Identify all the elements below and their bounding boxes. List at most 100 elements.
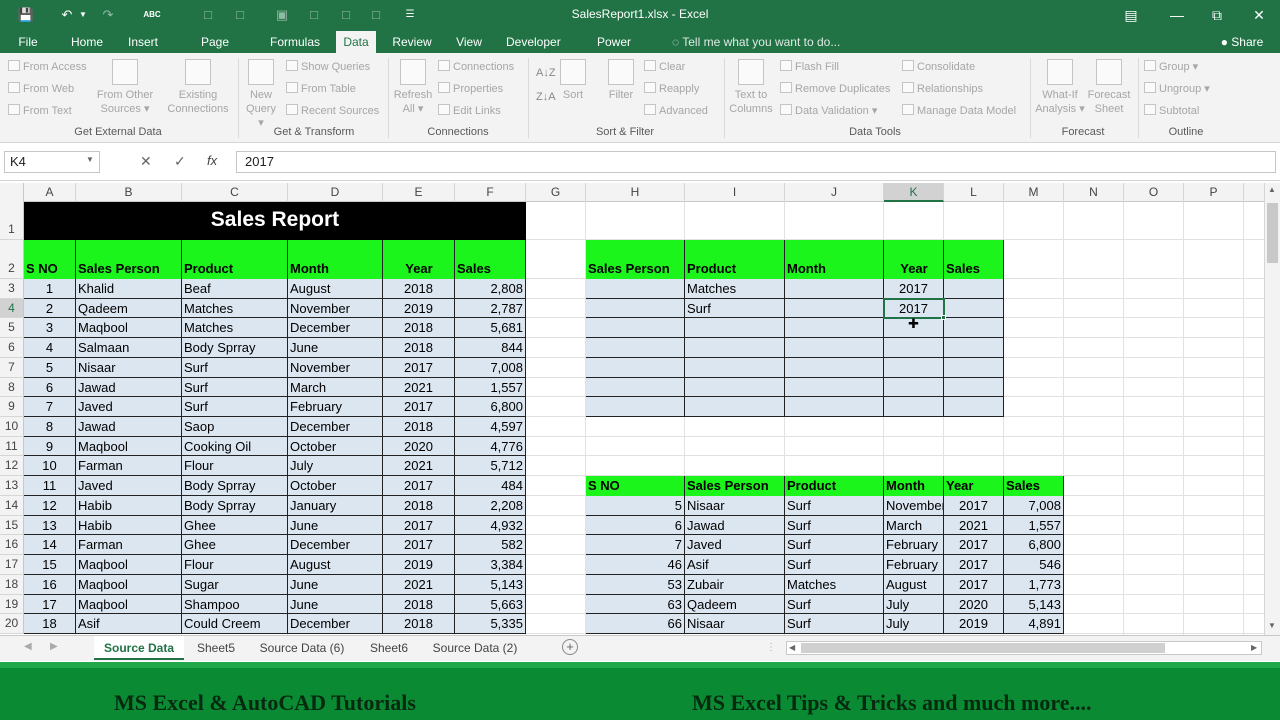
table-cell[interactable]: 9 — [24, 437, 75, 457]
table-cell[interactable]: July — [288, 456, 382, 476]
table-cell[interactable]: December — [288, 614, 382, 634]
table-cell[interactable]: December — [288, 417, 382, 437]
refresh-all-button[interactable]: Refresh All ▾ — [392, 59, 434, 116]
table-cell[interactable]: 2018 — [383, 338, 454, 358]
tab-data[interactable]: Data — [336, 31, 376, 53]
clear-button[interactable]: Clear — [644, 59, 685, 75]
from-text-button[interactable]: From Text — [8, 103, 72, 119]
table-cell[interactable]: 13 — [24, 516, 75, 536]
connections-button[interactable]: Connections — [438, 59, 514, 75]
column-header-m[interactable]: M — [1004, 183, 1064, 202]
table-cell[interactable]: Javed — [76, 397, 181, 417]
table-cell[interactable]: 2017 — [383, 516, 454, 536]
formula-input[interactable]: 2017 — [236, 151, 1276, 173]
sort-z-a-icon[interactable]: Z↓A — [536, 89, 556, 105]
table-cell[interactable]: Habib — [76, 496, 181, 516]
table-cell[interactable]: 2021 — [383, 456, 454, 476]
table-cell[interactable]: 2017 — [383, 476, 454, 496]
result-cell[interactable]: 46 — [586, 555, 684, 575]
from-web-button[interactable]: From Web — [8, 81, 74, 97]
table-cell[interactable]: Ghee — [182, 535, 287, 555]
table-cell[interactable]: Body Sprray — [182, 476, 287, 496]
result-cell[interactable]: Javed — [685, 535, 784, 555]
row-header-14[interactable]: 14 — [0, 495, 24, 516]
table-cell[interactable]: Khalid — [76, 279, 181, 299]
column-header-b[interactable]: B — [76, 183, 182, 202]
table-cell[interactable]: Maqbool — [76, 595, 181, 615]
row-header-2[interactable]: 2 — [0, 240, 24, 279]
from-access-button[interactable]: From Access — [8, 59, 87, 75]
properties-button[interactable]: Properties — [438, 81, 503, 97]
add-sheet-icon[interactable]: + — [562, 639, 578, 655]
table-cell[interactable]: 2020 — [383, 437, 454, 457]
scroll-up-icon[interactable]: ▲ — [1268, 185, 1276, 194]
result-cell[interactable]: 6,800 — [1004, 535, 1063, 555]
tab-power-pivot[interactable]: Power Pivot — [578, 31, 650, 71]
result-cell[interactable]: July — [884, 614, 943, 634]
table-cell[interactable]: Farman — [76, 456, 181, 476]
table-cell[interactable]: Flour — [182, 555, 287, 575]
tab-review[interactable]: Review — [388, 31, 436, 53]
enter-check-icon[interactable]: ✓ — [174, 153, 186, 170]
table-cell[interactable]: Body Sprray — [182, 338, 287, 358]
show-queries-button[interactable]: Show Queries — [286, 59, 370, 75]
result-cell[interactable]: February — [884, 555, 943, 575]
table-cell[interactable]: Flour — [182, 456, 287, 476]
advanced-button[interactable]: Advanced — [644, 103, 708, 119]
table-cell[interactable]: 7,008 — [455, 358, 525, 378]
table-cell[interactable]: 18 — [24, 614, 75, 634]
result-cell[interactable]: Nisaar — [685, 496, 784, 516]
column-header-i[interactable]: I — [685, 183, 785, 202]
row-header-19[interactable]: 19 — [0, 594, 24, 615]
result-cell[interactable]: February — [884, 535, 943, 555]
tab-page-layout[interactable]: Page Layout — [178, 31, 252, 71]
ribbon-display-options-icon[interactable]: ▤ — [1108, 0, 1154, 31]
table-cell[interactable]: 4,776 — [455, 437, 525, 457]
result-cell[interactable]: 2017 — [944, 496, 1003, 516]
row-header-10[interactable]: 10 — [0, 417, 24, 437]
table-cell[interactable]: 11 — [24, 476, 75, 496]
table-cell[interactable]: 582 — [455, 535, 525, 555]
table-cell[interactable]: 8 — [24, 417, 75, 437]
reapply-button[interactable]: Reapply — [644, 81, 699, 97]
group-button[interactable]: Group ▾ — [1144, 59, 1198, 75]
result-cell[interactable]: 1,773 — [1004, 575, 1063, 595]
result-cell[interactable]: 5,143 — [1004, 595, 1063, 615]
table-cell[interactable]: October — [288, 437, 382, 457]
result-cell[interactable]: 2021 — [944, 516, 1003, 536]
cancel-icon[interactable]: ✕ — [140, 153, 152, 170]
table-cell[interactable]: Maqbool — [76, 575, 181, 595]
ungroup-button[interactable]: Ungroup ▾ — [1144, 81, 1210, 97]
result-cell[interactable]: 63 — [586, 595, 684, 615]
table-cell[interactable]: 2017 — [383, 535, 454, 555]
table-cell[interactable]: Salmaan — [76, 338, 181, 358]
table-cell[interactable]: Cooking Oil — [182, 437, 287, 457]
row-header-18[interactable]: 18 — [0, 574, 24, 595]
table-cell[interactable]: 2021 — [383, 575, 454, 595]
scroll-right-icon[interactable]: ▶ — [1251, 643, 1257, 652]
column-header-g[interactable]: G — [526, 183, 586, 202]
criteria-cell[interactable] — [944, 299, 1003, 319]
result-cell[interactable]: July — [884, 595, 943, 615]
new-query-button[interactable]: New Query ▾ — [242, 59, 280, 130]
table-cell[interactable]: 1 — [24, 279, 75, 299]
table-cell[interactable]: 2021 — [383, 378, 454, 398]
recent-sources-button[interactable]: Recent Sources — [286, 103, 379, 119]
table-cell[interactable]: August — [288, 279, 382, 299]
result-cell[interactable]: 2017 — [944, 575, 1003, 595]
result-cell[interactable]: 1,557 — [1004, 516, 1063, 536]
result-cell[interactable]: Surf — [785, 496, 883, 516]
sheet-tab-source-data[interactable]: Source Data — [94, 636, 184, 660]
table-cell[interactable]: 2018 — [383, 595, 454, 615]
result-cell[interactable]: 4,891 — [1004, 614, 1063, 634]
next-sheet-icon[interactable]: ▶ — [50, 641, 58, 652]
table-cell[interactable]: June — [288, 595, 382, 615]
table-cell[interactable]: Nisaar — [76, 358, 181, 378]
table-cell[interactable]: Saop — [182, 417, 287, 437]
criteria-cell[interactable] — [785, 299, 883, 319]
table-cell[interactable]: Body Sprray — [182, 496, 287, 516]
tell-me-search[interactable]: ◌ Tell me what you want to do... — [668, 31, 848, 53]
row-header-1[interactable]: 1 — [0, 202, 24, 240]
fill-handle[interactable] — [941, 315, 946, 321]
tab-file[interactable]: File — [12, 31, 44, 53]
